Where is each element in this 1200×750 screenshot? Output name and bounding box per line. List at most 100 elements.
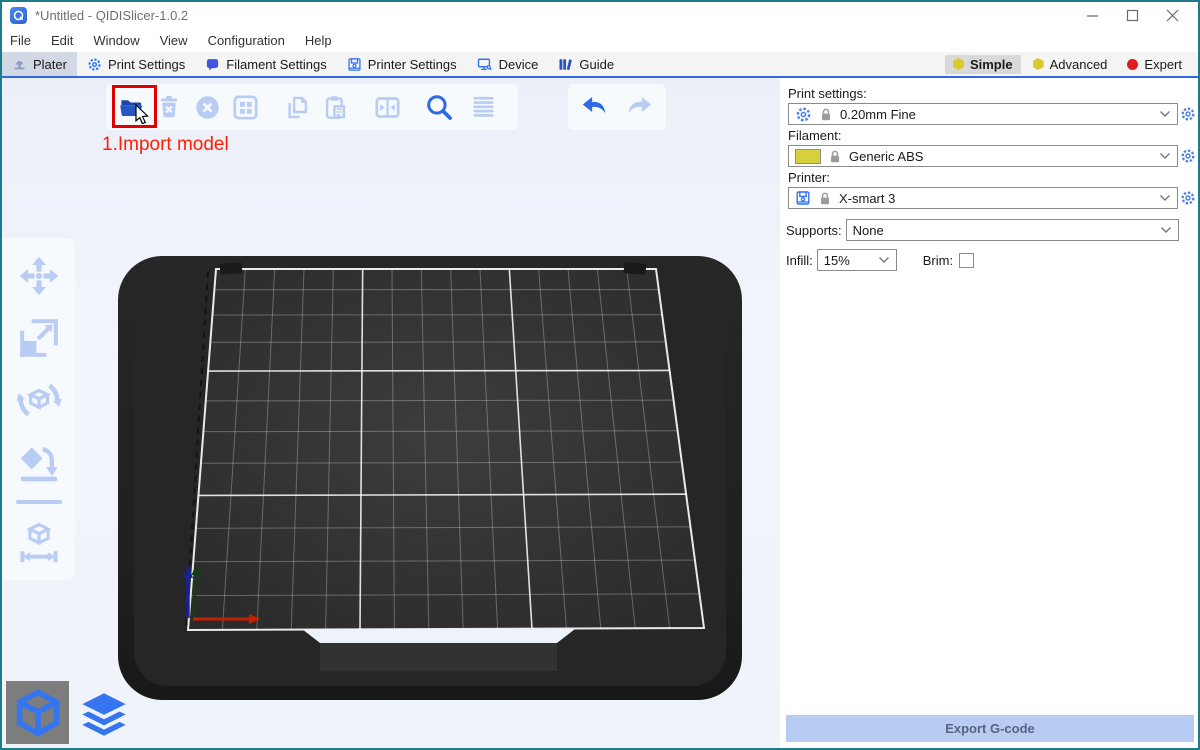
supports-value: None [853,223,1160,238]
tab-label: Filament Settings [226,57,326,72]
mode-simple[interactable]: Simple [945,55,1021,74]
gear-icon [87,57,102,72]
cube-icon [12,687,64,739]
viewport-toolbar [106,84,518,130]
layers-icon [78,692,130,740]
lock-icon [828,149,842,164]
window-title: *Untitled - QIDISlicer-1.0.2 [35,8,1072,23]
menu-window[interactable]: Window [93,33,139,48]
scale-tool-button[interactable] [15,314,63,362]
paste-button[interactable] [316,88,354,126]
supports-label: Supports: [786,223,842,238]
copy-button[interactable] [278,88,316,126]
print-settings-select[interactable]: 0.20mm Fine [788,103,1178,125]
printer-gear-button[interactable] [1178,187,1198,209]
gear-icon [1180,190,1196,206]
infill-select[interactable]: 15% [817,249,897,271]
printer-icon [347,57,362,72]
menu-help[interactable]: Help [305,33,332,48]
filament-color-swatch [795,149,821,164]
print-settings-gear-button[interactable] [1178,103,1198,125]
mode-switch: Simple Advanced Expert [945,52,1198,76]
tab-label: Printer Settings [368,57,457,72]
chevron-down-icon [1160,226,1172,234]
simple-hexagon-icon [953,58,964,70]
tab-label: Device [499,57,539,72]
preview-layers-button[interactable] [75,688,133,744]
3d-viewport[interactable]: 1.Import model [2,78,780,748]
tab-label: Plater [33,57,67,72]
app-window: *Untitled - QIDISlicer-1.0.2 File Edit W… [0,0,1200,750]
advanced-hexagon-icon [1033,58,1044,70]
filament-label: Filament: [788,128,1198,143]
tab-guide[interactable]: Guide [548,52,624,76]
rotate-tool-button[interactable] [15,376,63,424]
view-switch [6,681,133,744]
printer-icon [795,190,811,206]
measure-tool-button[interactable] [15,518,63,566]
filament-value: Generic ABS [849,149,1152,164]
split-objects-button[interactable] [368,88,406,126]
mode-label: Expert [1144,57,1182,72]
app-logo-icon [10,7,27,24]
lock-icon [819,107,833,122]
gear-icon [795,106,812,123]
delete-all-button[interactable] [188,88,226,126]
gizmo-divider [16,500,62,504]
print-settings-value: 0.20mm Fine [840,107,1152,122]
variable-layer-height-button[interactable] [464,88,502,126]
chevron-down-icon [878,256,890,264]
mode-expert[interactable]: Expert [1119,55,1190,74]
filament-select[interactable]: Generic ABS [788,145,1178,167]
guide-icon [558,57,573,72]
brim-label: Brim: [923,253,953,268]
undo-button[interactable] [575,88,613,126]
plater-icon [12,57,27,72]
menu-bar: File Edit Window View Configuration Help [2,28,1198,52]
tab-label: Guide [579,57,614,72]
mode-label: Simple [970,57,1013,72]
brim-checkbox[interactable] [959,253,974,268]
filament-gear-button[interactable] [1178,145,1198,167]
menu-edit[interactable]: Edit [51,33,73,48]
tab-printer-settings[interactable]: Printer Settings [337,52,467,76]
menu-view[interactable]: View [160,33,188,48]
menu-configuration[interactable]: Configuration [208,33,285,48]
undo-redo-toolbar [568,84,666,130]
redo-button[interactable] [621,88,659,126]
mode-label: Advanced [1050,57,1108,72]
tab-label: Print Settings [108,57,185,72]
gear-icon [1180,148,1196,164]
printer-value: X-smart 3 [839,191,1152,206]
expert-circle-icon [1127,59,1138,70]
tab-print-settings[interactable]: Print Settings [77,52,195,76]
chevron-down-icon [1159,194,1171,202]
tab-plater[interactable]: Plater [2,52,77,76]
close-button[interactable] [1152,3,1192,27]
device-icon [477,57,493,72]
3d-editor-view-button[interactable] [6,681,69,744]
mouse-cursor [135,104,153,124]
tab-device[interactable]: Device [467,52,549,76]
minimize-button[interactable] [1072,3,1112,27]
supports-select[interactable]: None [846,219,1179,241]
move-tool-button[interactable] [15,252,63,300]
maximize-button[interactable] [1112,3,1152,27]
printer-select[interactable]: X-smart 3 [788,187,1178,209]
build-plate-grid [188,269,704,630]
delete-button[interactable] [150,88,188,126]
menu-file[interactable]: File [10,33,31,48]
build-plate-scene [2,78,780,748]
tray-handle-cutout [302,629,575,643]
chevron-down-icon [1159,110,1171,118]
export-gcode-button[interactable]: Export G-code [786,715,1194,742]
settings-panel: Print settings: 0.20mm Fine Filament: Ge… [780,78,1198,748]
mode-advanced[interactable]: Advanced [1025,55,1116,74]
filament-icon [205,57,220,72]
arrange-button[interactable] [226,88,264,126]
tab-bar: Plater Print Settings Filament Settings … [2,52,1198,78]
tab-filament-settings[interactable]: Filament Settings [195,52,336,76]
place-on-face-tool-button[interactable] [15,438,63,486]
search-button[interactable] [420,88,458,126]
chevron-down-icon [1159,152,1171,160]
